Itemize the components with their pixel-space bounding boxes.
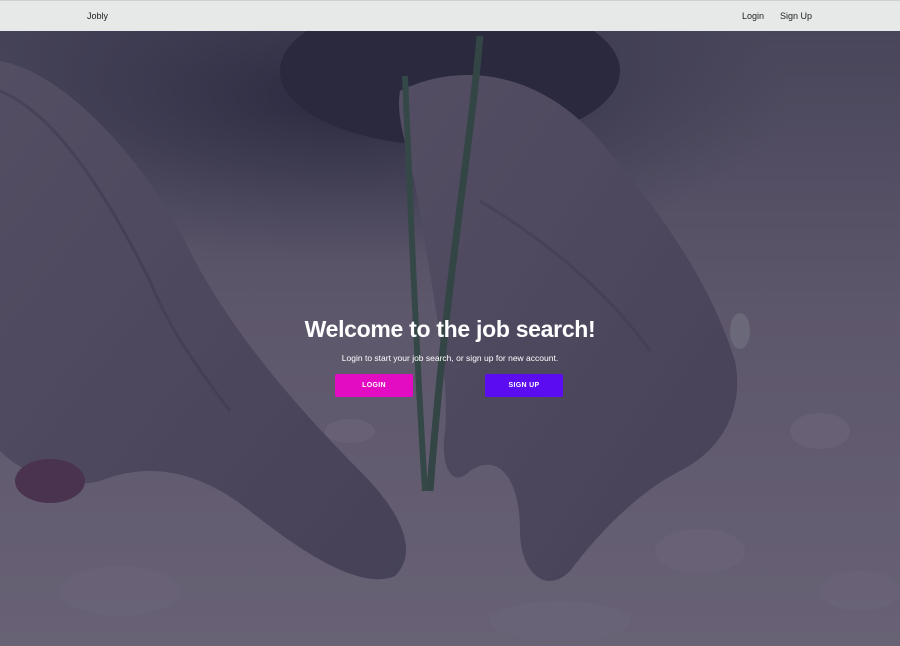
hero-button-row: LOGIN SIGN UP	[335, 374, 565, 398]
top-navbar: Jobly Login Sign Up	[0, 0, 900, 31]
signup-button[interactable]: SIGN UP	[485, 374, 563, 397]
brand-link[interactable]: Jobly	[87, 10, 108, 22]
login-button[interactable]: LOGIN	[335, 374, 413, 397]
hero-content: Welcome to the job search! Login to star…	[0, 312, 900, 397]
nav-login-link[interactable]: Login	[742, 10, 764, 22]
hero-title: Welcome to the job search!	[304, 316, 596, 342]
landing-page: Jobly Login Sign Up Welcome to the job s…	[0, 0, 900, 646]
hero-subtitle: Login to start your job search, or sign …	[341, 353, 559, 363]
nav-links: Login Sign Up	[742, 10, 812, 22]
nav-signup-link[interactable]: Sign Up	[780, 10, 812, 22]
